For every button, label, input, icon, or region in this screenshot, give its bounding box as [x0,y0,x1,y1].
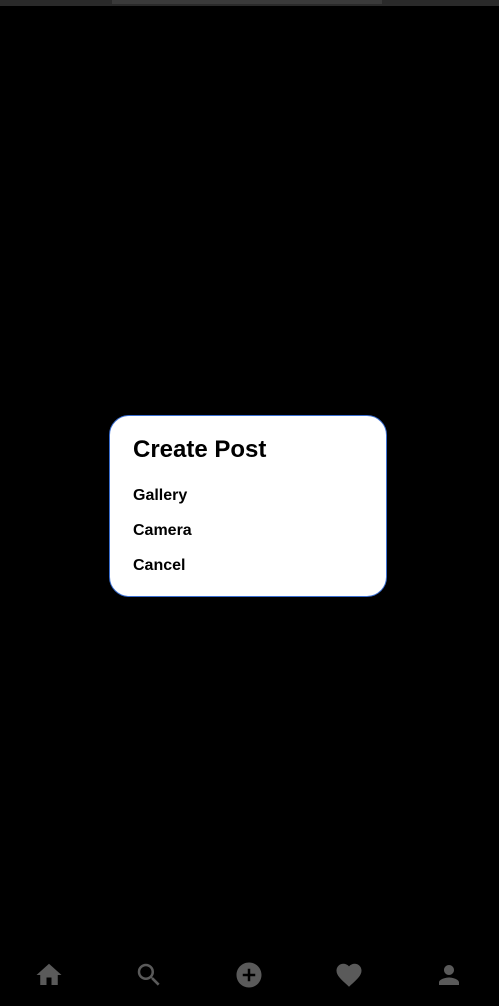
nav-favorites-button[interactable] [324,950,374,1000]
search-icon [137,963,160,986]
gallery-option[interactable]: Gallery [133,486,187,506]
top-bar-highlight [112,0,382,4]
create-post-dialog: Create Post Gallery Camera Cancel [109,415,387,597]
nav-profile-button[interactable] [424,950,474,1000]
heart-icon [336,963,362,987]
cancel-option[interactable]: Cancel [133,556,185,576]
dialog-title: Create Post [133,436,267,463]
home-icon [36,963,62,985]
camera-option[interactable]: Camera [133,521,192,541]
top-bar [0,0,499,6]
person-icon [439,965,459,985]
nav-home-button[interactable] [24,950,74,1000]
nav-search-button[interactable] [124,950,174,1000]
app-screen: Create Post Gallery Camera Cancel [0,0,499,1006]
bottom-navigation [0,950,499,1000]
nav-add-post-button[interactable] [224,950,274,1000]
add-circle-icon [236,962,262,988]
